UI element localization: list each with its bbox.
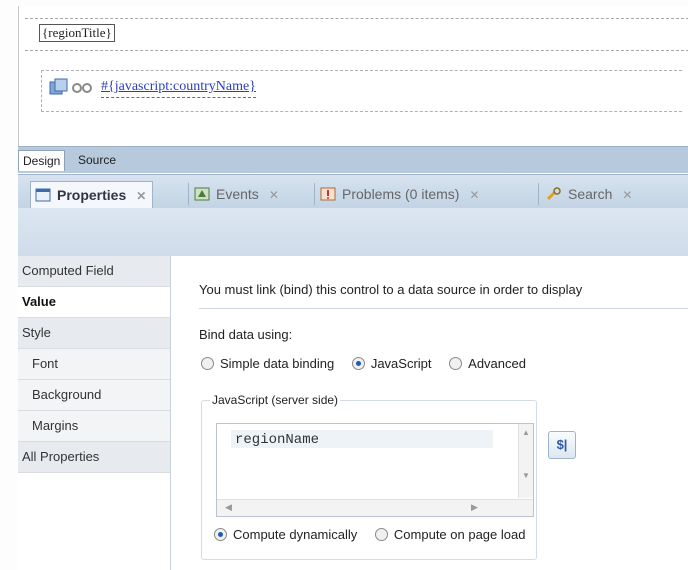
radio-button-selected[interactable] (214, 528, 227, 541)
problems-icon (320, 187, 336, 201)
radio-compute-dynamically[interactable]: Compute dynamically (214, 527, 357, 542)
computed-field-link[interactable]: #{javascript:countryName} (101, 79, 256, 98)
tab-problems-label: Problems (0 items) (342, 186, 460, 202)
tab-design[interactable]: Design (18, 150, 66, 171)
script-editor-icon: $| (556, 437, 568, 452)
properties-sidebar: Computed Field Value Style Font Backgrou… (18, 256, 171, 570)
tab-search-label: Search (568, 186, 613, 202)
view-tab-bar: Properties ✕ Events ✕ Problems (0 items) ✕ … (18, 174, 688, 209)
radio-label: Compute dynamically (233, 527, 358, 542)
close-icon[interactable]: ✕ (269, 188, 279, 202)
value-properties-pane: You must link (bind) this control to a d… (171, 256, 688, 570)
tab-divider (314, 183, 315, 205)
search-icon (546, 187, 561, 201)
radio-compute-on-page-load[interactable]: Compute on page load (374, 527, 526, 542)
divider (199, 308, 688, 309)
tab-source[interactable]: Source (74, 150, 120, 170)
scroll-right-icon[interactable]: ▶ (471, 502, 478, 513)
script-editor[interactable]: regionName ▲ ▼ ◀ ▶ (216, 423, 534, 517)
tab-properties-label: Properties (57, 187, 127, 203)
scroll-left-icon[interactable]: ◀ (225, 502, 232, 513)
radio-button[interactable] (449, 357, 463, 370)
open-script-editor-button[interactable]: $| (548, 431, 576, 459)
scroll-down-icon[interactable]: ▼ (519, 471, 533, 480)
tab-events[interactable]: Events ✕ (194, 181, 279, 207)
events-icon (194, 187, 210, 201)
bind-options-group: Simple data binding JavaScript Advanced (201, 356, 540, 371)
close-icon[interactable]: ✕ (469, 188, 479, 202)
radio-button-selected[interactable] (351, 357, 365, 370)
tab-properties[interactable]: Properties ✕ (30, 181, 154, 208)
sidebar-item-font[interactable]: Font (18, 349, 170, 380)
binding-chain-icon (72, 83, 92, 93)
design-canvas[interactable]: {regionTitle} #{javascript:countryName} (18, 6, 688, 146)
tab-divider (538, 183, 539, 205)
tab-events-label: Events (216, 186, 259, 202)
vertical-scrollbar[interactable]: ▲ ▼ (518, 424, 533, 498)
sidebar-item-value[interactable]: Value (18, 287, 170, 318)
sidebar-item-background[interactable]: Background (18, 380, 170, 411)
radio-javascript[interactable]: JavaScript (351, 356, 432, 371)
tab-divider (188, 183, 189, 205)
designer-window: {regionTitle} #{javascript:countryName} … (18, 6, 688, 570)
close-icon[interactable]: ✕ (136, 189, 146, 203)
sidebar-item-all-properties[interactable]: All Properties (18, 442, 170, 473)
region-title-field[interactable]: {regionTitle} (39, 24, 115, 42)
compute-options-group: Compute dynamically Compute on page load (214, 527, 539, 542)
horizontal-scrollbar[interactable]: ◀ ▶ (217, 499, 533, 516)
scroll-up-icon[interactable]: ▲ (519, 428, 533, 437)
panel-border-dashed (25, 18, 688, 19)
properties-toolbar-band (18, 208, 688, 256)
radio-label: Compute on page load (393, 527, 526, 542)
script-text[interactable]: regionName (235, 432, 319, 448)
sidebar-item-computed-field[interactable]: Computed Field (18, 256, 170, 287)
javascript-group: JavaScript (server side) regionName ▲ ▼ … (201, 393, 576, 560)
radio-label: Simple data binding (220, 356, 335, 371)
radio-advanced[interactable]: Advanced (449, 356, 526, 371)
radio-button[interactable] (201, 357, 214, 370)
tab-problems[interactable]: Problems (0 items) ✕ (320, 181, 480, 207)
editor-mode-tabs: Design Source (18, 146, 688, 173)
sidebar-item-margins[interactable]: Margins (18, 411, 170, 442)
radio-label: Advanced (468, 356, 526, 371)
group-title: JavaScript (server side) (210, 393, 341, 407)
sidebar-item-style[interactable]: Style (18, 318, 170, 349)
radio-label: JavaScript (370, 356, 432, 371)
radio-button[interactable] (374, 528, 388, 541)
panel-border-dashed (25, 50, 688, 51)
computed-field-icon (49, 78, 68, 95)
tab-search[interactable]: Search ✕ (546, 181, 632, 207)
properties-icon (35, 188, 51, 202)
radio-simple-data-binding[interactable]: Simple data binding (201, 356, 334, 371)
binding-notice: You must link (bind) this control to a d… (199, 282, 583, 297)
bind-data-label: Bind data using: (199, 327, 293, 342)
close-icon[interactable]: ✕ (622, 188, 632, 202)
